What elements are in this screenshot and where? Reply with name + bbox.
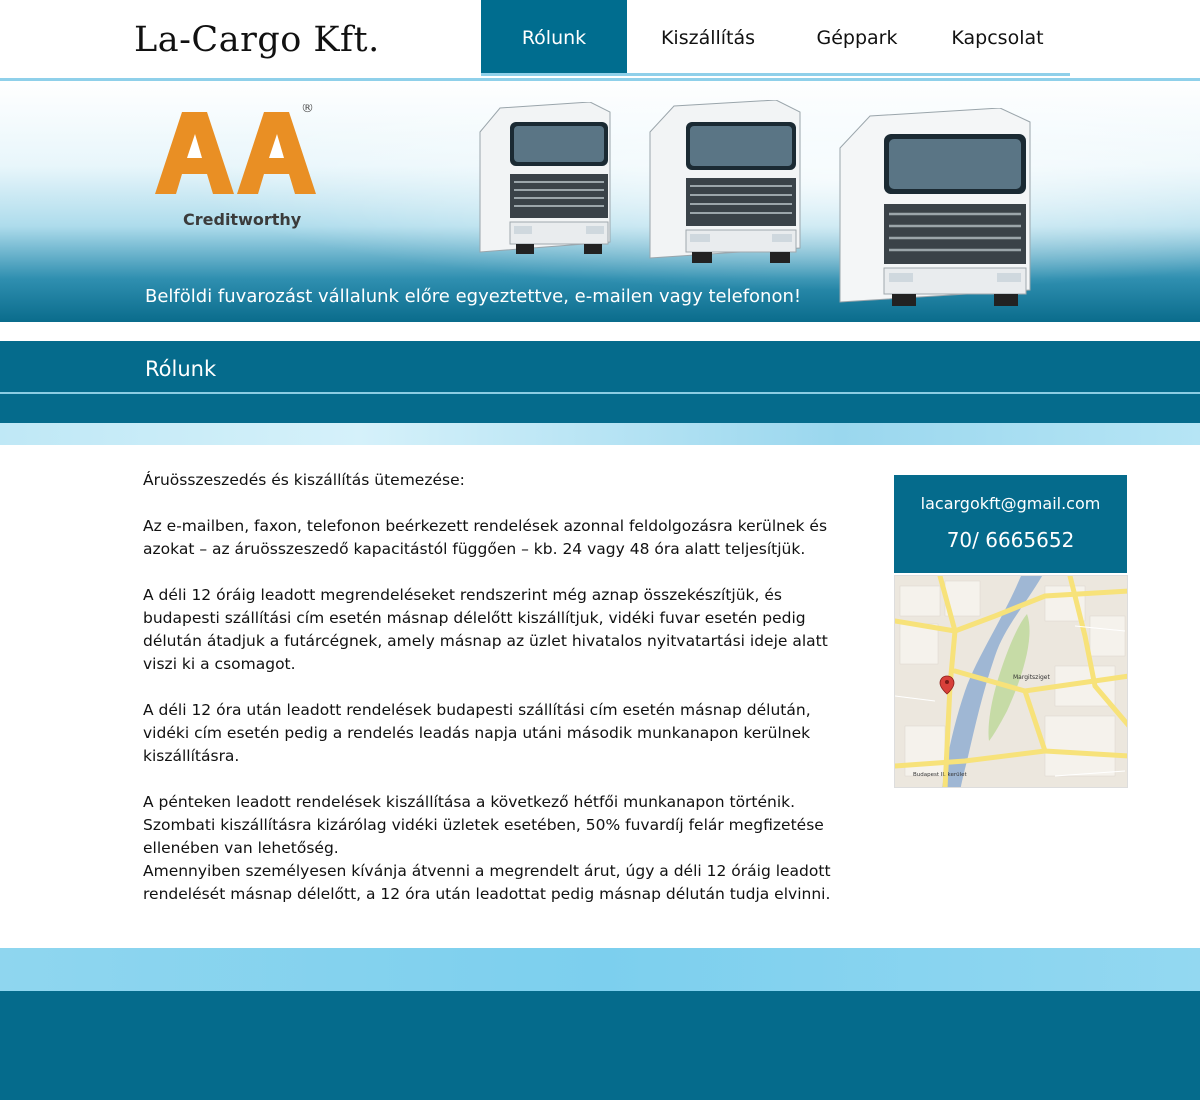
content-paragraph: Az e-mailben, faxon, telefonon beérkezet… bbox=[143, 517, 828, 558]
map-label: Margitsziget bbox=[1013, 674, 1050, 681]
content-paragraph: A déli 12 óráig leadott megrendeléseket … bbox=[143, 586, 828, 673]
section-divider bbox=[0, 392, 1200, 394]
main-nav: Rólunk Kiszállítás Géppark Kapcsolat bbox=[481, 0, 1070, 76]
content-paragraph: A déli 12 óra után leadott rendelések bu… bbox=[143, 701, 811, 765]
hero-banner: ® Creditworthy Belföldi fuvarozást válla… bbox=[0, 82, 1200, 322]
nav-item-geppark[interactable]: Géppark bbox=[789, 0, 925, 76]
main-content: Áruösszeszedés és kiszállítás ütemezése:… bbox=[143, 469, 833, 906]
map-graphic: Margitsziget Budapest II. kerület bbox=[895, 576, 1127, 787]
section-decorative-strip bbox=[0, 423, 1200, 445]
footer-decorative-strip bbox=[0, 948, 1200, 992]
location-map[interactable]: Margitsziget Budapest II. kerület bbox=[894, 575, 1128, 788]
content-paragraph: Áruösszeszedés és kiszállítás ütemezése: bbox=[143, 471, 465, 489]
logo-caption: Creditworthy bbox=[183, 210, 302, 229]
site-header: La-Cargo Kft. Rólunk Kiszállítás Géppark… bbox=[0, 0, 1200, 82]
registered-mark: ® bbox=[301, 104, 314, 116]
contact-email-link[interactable]: lacargokft@gmail.com bbox=[894, 494, 1127, 513]
nav-underline bbox=[481, 73, 1070, 76]
site-footer bbox=[0, 991, 1200, 1100]
truck-image bbox=[649, 100, 801, 263]
truck-image bbox=[479, 102, 611, 254]
site-title[interactable]: La-Cargo Kft. bbox=[134, 20, 380, 60]
content-paragraph: A pénteken leadott rendelések kiszállítá… bbox=[143, 793, 796, 811]
nav-item-kapcsolat[interactable]: Kapcsolat bbox=[925, 0, 1070, 76]
contact-box: lacargokft@gmail.com 70/ 6665652 bbox=[894, 475, 1127, 573]
section-title: Rólunk bbox=[145, 357, 217, 381]
map-label: Budapest II. kerület bbox=[913, 772, 968, 778]
section-title-bar: Rólunk bbox=[0, 341, 1200, 423]
content-paragraph: Amennyiben személyesen kívánja átvenni a… bbox=[143, 862, 831, 903]
banner-tagline: Belföldi fuvarozást vállalunk előre egye… bbox=[145, 286, 802, 307]
nav-item-rolunk[interactable]: Rólunk bbox=[481, 0, 627, 76]
contact-phone: 70/ 6665652 bbox=[946, 528, 1075, 552]
header-divider bbox=[0, 78, 1200, 81]
nav-item-kiszallitas[interactable]: Kiszállítás bbox=[627, 0, 789, 76]
content-paragraph: Szombati kiszállításra kizárólag vidéki … bbox=[143, 816, 824, 857]
truck-image bbox=[839, 108, 1031, 306]
